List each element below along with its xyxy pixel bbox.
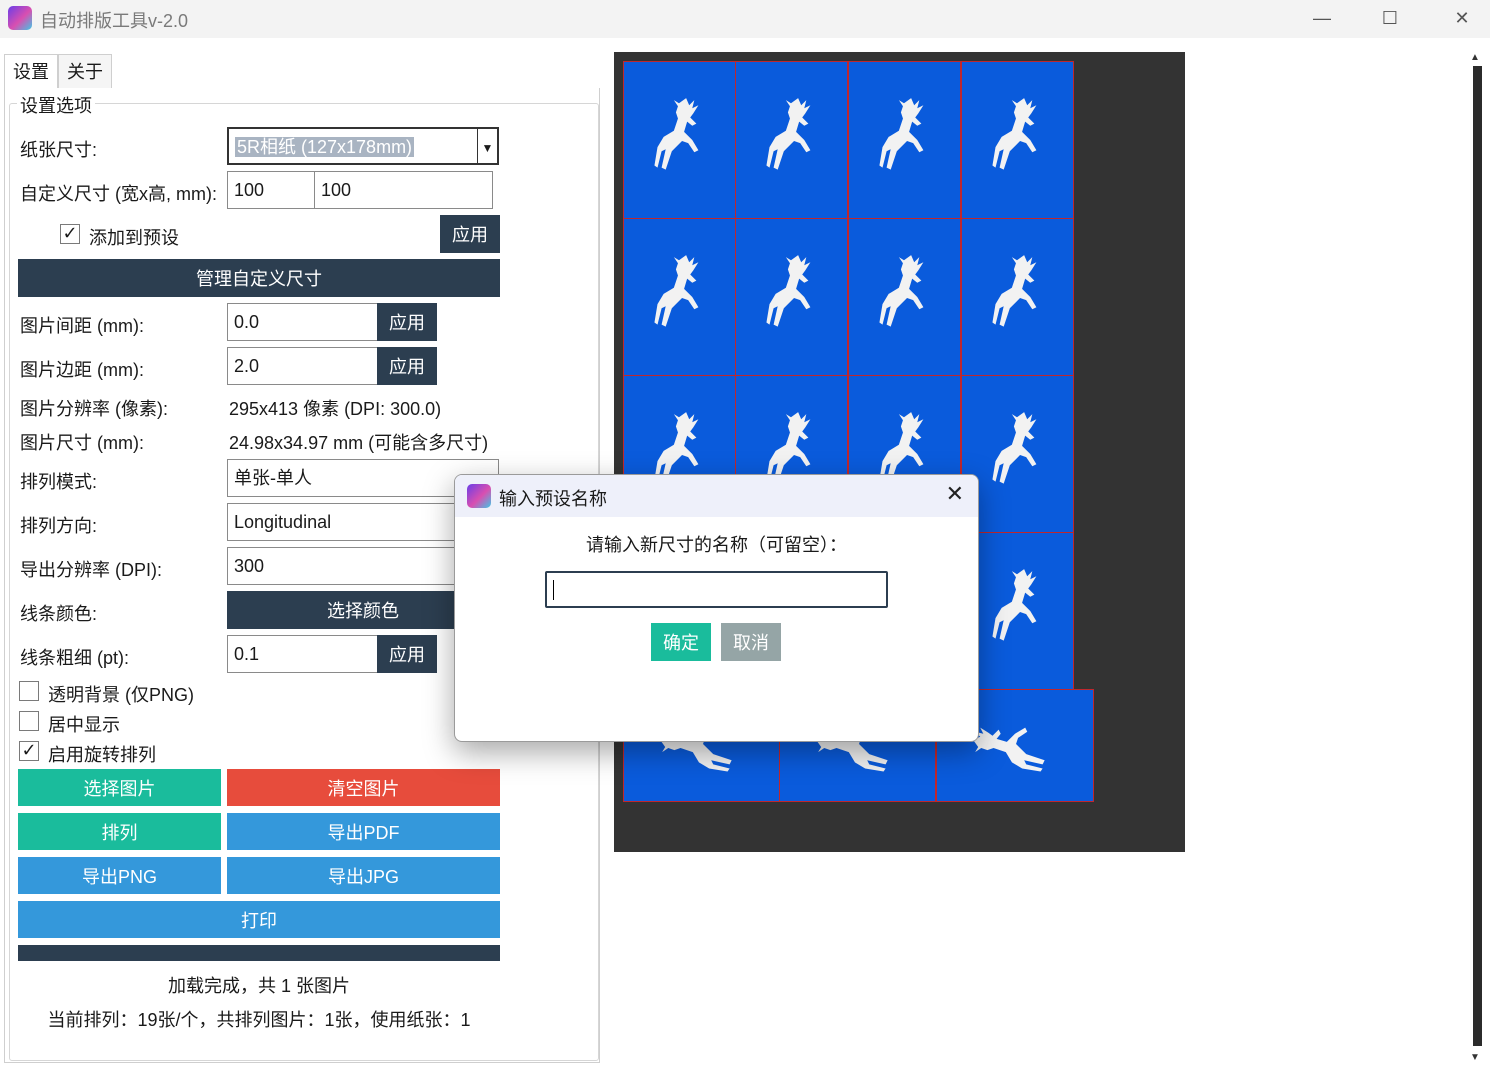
- check-icon: ✓: [62, 223, 78, 243]
- preview-tile: [961, 61, 1074, 219]
- deer-icon: [765, 98, 810, 170]
- custom-size-label: 自定义尺寸 (宽x高, mm):: [20, 184, 217, 204]
- deer-icon: [991, 569, 1036, 641]
- center-checkbox[interactable]: [19, 711, 39, 731]
- paper-size-select[interactable]: 5R相纸 (127x178mm) ▼: [227, 127, 499, 165]
- layout-mode-label: 排列模式:: [20, 472, 98, 492]
- preset-name-dialog: 输入预设名称 ✕ 请输入新尺寸的名称（可留空）： 确定 取消: [454, 474, 979, 742]
- image-size-value: 24.98x34.97 mm (可能含多尺寸): [229, 433, 489, 453]
- apply-spacing-button[interactable]: 应用: [377, 303, 437, 341]
- apply-line-width-button[interactable]: 应用: [377, 635, 437, 673]
- status-loaded: 加载完成，共 1 张图片: [167, 976, 350, 996]
- add-preset-checkbox[interactable]: ✓: [60, 224, 80, 244]
- preview-tile: [623, 218, 736, 376]
- progress-bar: [18, 945, 500, 961]
- status-current: 当前排列：19张/个，共排列图片：1张，使用纸张：1: [47, 1010, 471, 1030]
- line-width-input[interactable]: 0.1: [227, 635, 378, 673]
- scroll-up-icon[interactable]: ▲: [1470, 52, 1480, 63]
- rotate-checkbox[interactable]: ✓: [19, 741, 39, 761]
- deer-icon: [765, 255, 810, 327]
- cancel-button[interactable]: 取消: [721, 623, 781, 661]
- transparent-label: 透明背景 (仅PNG): [48, 685, 194, 705]
- export-dpi-label: 导出分辨率 (DPI):: [20, 560, 162, 580]
- preview-tile: [623, 61, 736, 219]
- paper-size-value: 5R相纸 (127x178mm): [235, 137, 415, 157]
- spacing-label: 图片间距 (mm):: [20, 316, 144, 336]
- scroll-down-icon[interactable]: ▼: [1470, 1052, 1480, 1063]
- close-window-button[interactable]: ✕: [1432, 0, 1490, 36]
- resolution-label: 图片分辨率 (像素):: [20, 399, 168, 419]
- margin-input[interactable]: 2.0: [227, 347, 378, 385]
- deer-icon: [973, 727, 1045, 772]
- custom-height-input[interactable]: 100: [314, 171, 493, 209]
- line-width-label: 线条粗细 (pt):: [20, 648, 130, 668]
- paper-size-label: 纸张尺寸:: [20, 140, 98, 160]
- spacing-input[interactable]: 0.0: [227, 303, 378, 341]
- tab-settings[interactable]: 设置: [4, 54, 58, 88]
- preview-tile: [735, 218, 848, 376]
- export-jpg-button[interactable]: 导出JPG: [227, 857, 500, 894]
- export-pdf-button[interactable]: 导出PDF: [227, 813, 500, 850]
- image-size-label: 图片尺寸 (mm):: [20, 433, 144, 453]
- preview-tile: [848, 218, 961, 376]
- ok-button[interactable]: 确定: [651, 623, 711, 661]
- dialog-title: 输入预设名称: [499, 489, 607, 509]
- maximize-button[interactable]: ☐: [1360, 0, 1420, 36]
- select-images-button[interactable]: 选择图片: [18, 769, 221, 806]
- resolution-value: 295x413 像素 (DPI: 300.0): [229, 399, 442, 419]
- apply-preset-button[interactable]: 应用: [440, 215, 500, 253]
- deer-icon: [653, 98, 698, 170]
- dialog-prompt: 请输入新尺寸的名称（可留空）：: [586, 535, 847, 555]
- clear-images-button[interactable]: 清空图片: [227, 769, 500, 806]
- deer-icon: [878, 255, 923, 327]
- line-color-label: 线条颜色:: [20, 604, 98, 624]
- rotate-label: 启用旋转排列: [48, 745, 156, 765]
- deer-icon: [653, 255, 698, 327]
- deer-icon: [878, 98, 923, 170]
- window-title: 自动排版工具v-2.0: [40, 11, 189, 31]
- settings-group-title: 设置选项: [17, 92, 95, 118]
- check-icon: ✓: [21, 740, 37, 760]
- dialog-title-bar: 输入预设名称 ✕: [455, 475, 978, 517]
- title-bar: 自动排版工具v-2.0 — ☐ ✕: [0, 0, 1490, 38]
- scrollbar-thumb[interactable]: [1473, 66, 1482, 1046]
- deer-icon: [991, 412, 1036, 484]
- deer-icon: [991, 98, 1036, 170]
- add-preset-label: 添加到预设: [89, 228, 179, 248]
- preview-tile: [961, 218, 1074, 376]
- manage-custom-size-button[interactable]: 管理自定义尺寸: [18, 259, 500, 297]
- preview-tile: [735, 61, 848, 219]
- preview-tile: [848, 61, 961, 219]
- app-icon: [467, 484, 491, 508]
- custom-width-input[interactable]: 100: [227, 171, 315, 209]
- close-icon[interactable]: ✕: [946, 481, 964, 507]
- margin-label: 图片边距 (mm):: [20, 360, 144, 380]
- arrange-button[interactable]: 排列: [18, 813, 221, 850]
- app-icon: [8, 6, 32, 30]
- print-button[interactable]: 打印: [18, 901, 500, 938]
- preset-name-input[interactable]: [545, 571, 888, 608]
- deer-icon: [991, 255, 1036, 327]
- dropdown-arrow-icon[interactable]: ▼: [477, 129, 497, 163]
- direction-label: 排列方向:: [20, 516, 98, 536]
- tab-bar: 设置 关于: [4, 54, 112, 88]
- apply-margin-button[interactable]: 应用: [377, 347, 437, 385]
- export-png-button[interactable]: 导出PNG: [18, 857, 221, 894]
- tab-about[interactable]: 关于: [58, 54, 112, 88]
- center-label: 居中显示: [48, 715, 120, 735]
- text-caret: [553, 580, 554, 600]
- preview-scrollbar[interactable]: ▲ ▼: [1470, 52, 1486, 1063]
- minimize-button[interactable]: —: [1292, 0, 1352, 36]
- transparent-checkbox[interactable]: [19, 681, 39, 701]
